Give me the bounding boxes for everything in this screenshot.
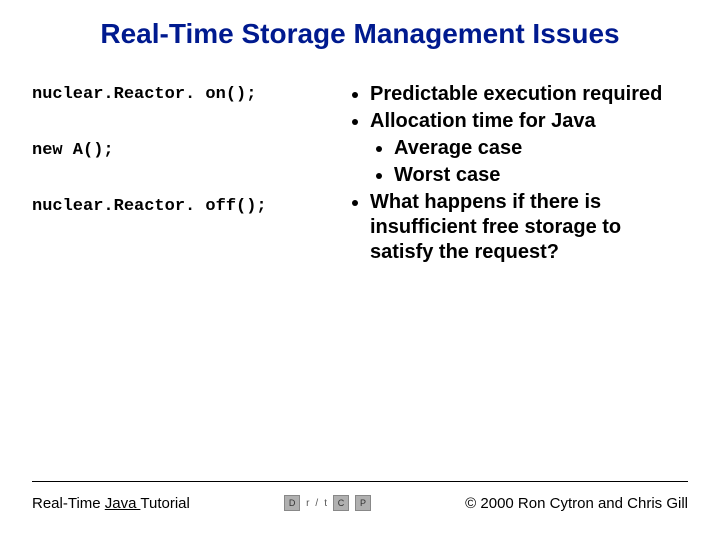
footer-left-underlined: Java — [105, 495, 141, 512]
nav-sep: r — [306, 498, 309, 509]
nav-sep: / — [315, 498, 318, 509]
bullet-text: Allocation time for Java — [370, 110, 596, 132]
nav-sep: t — [324, 498, 327, 509]
bullet-list: Predictable execution required Allocatio… — [348, 82, 688, 265]
footer-divider — [32, 481, 688, 482]
bullet-item: Allocation time for Java Average case Wo… — [370, 109, 688, 188]
footer-nav: D r / t C P — [284, 495, 371, 511]
footer-copyright: © 2000 Ron Cytron and Chris Gill — [465, 495, 688, 512]
footer: Real-Time Java Tutorial D r / t C P © 20… — [32, 490, 688, 516]
sub-bullet-list: Average case Worst case — [370, 136, 688, 188]
nav-p-icon[interactable]: P — [355, 495, 371, 511]
footer-left-suffix: Tutorial — [140, 495, 189, 512]
bullet-column: Predictable execution required Allocatio… — [348, 82, 688, 267]
bullet-item: What happens if there is insufficient fr… — [370, 190, 688, 265]
footer-left: Real-Time Java Tutorial — [32, 495, 190, 512]
bullet-item: Average case — [394, 136, 688, 161]
bullet-item: Worst case — [394, 163, 688, 188]
code-line-3: nuclear.Reactor. off(); — [32, 196, 332, 218]
footer-left-prefix: Real-Time — [32, 495, 105, 512]
bullet-item: Predictable execution required — [370, 82, 688, 107]
code-line-2: new A(); — [32, 140, 332, 162]
slide: Real-Time Storage Management Issues nucl… — [0, 0, 720, 540]
code-column: nuclear.Reactor. on(); new A(); nuclear.… — [32, 84, 332, 252]
nav-c-icon[interactable]: C — [333, 495, 349, 511]
slide-title: Real-Time Storage Management Issues — [0, 18, 720, 50]
nav-d-icon[interactable]: D — [284, 495, 300, 511]
code-line-1: nuclear.Reactor. on(); — [32, 84, 332, 106]
